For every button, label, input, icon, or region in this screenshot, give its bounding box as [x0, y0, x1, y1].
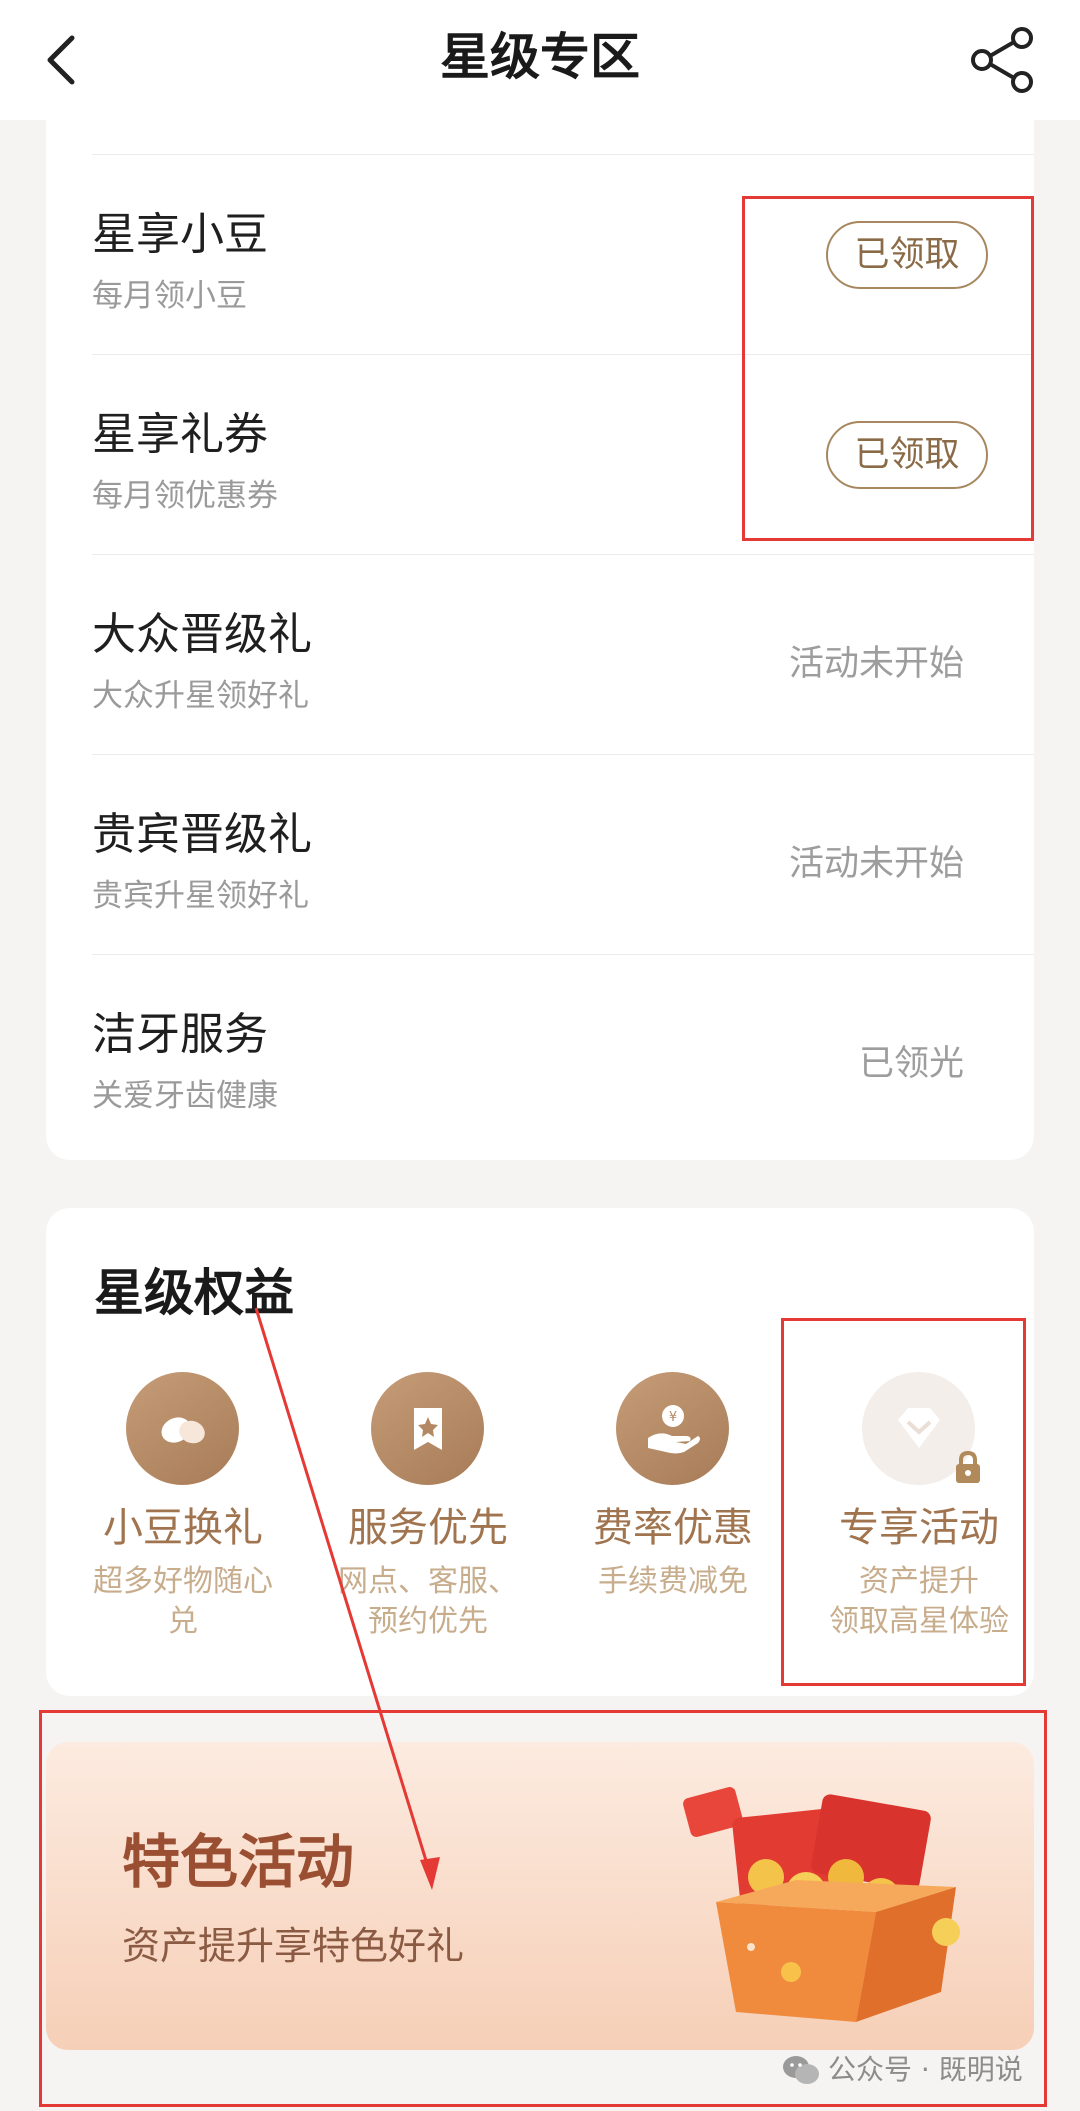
item-subtitle: 每月领小豆	[92, 278, 247, 314]
benefit-label: 专享活动	[839, 1505, 999, 1551]
item-status: 活动未开始	[788, 844, 964, 884]
benefit-label: 小豆换礼	[103, 1505, 263, 1551]
item-title: 大众晋级礼	[92, 609, 312, 660]
item-subtitle: 贵宾升星领好礼	[92, 878, 309, 914]
item-subtitle: 每月领优惠券	[92, 478, 278, 514]
list-item-teeth-cleaning[interactable]: 洁牙服务 关爱牙齿健康 已领光	[92, 954, 1034, 1155]
share-icon	[971, 27, 1033, 93]
item-status: 已领光	[858, 1044, 964, 1084]
item-subtitle: 关爱牙齿健康	[92, 1078, 278, 1114]
benefit-exclusive-activity[interactable]: 专享活动 资产提升 领取高星体验	[804, 1372, 1034, 1662]
beans-icon	[126, 1372, 239, 1485]
claimed-button[interactable]: 已领取	[826, 421, 988, 489]
item-title: 星享小豆	[92, 209, 268, 260]
share-button[interactable]	[962, 20, 1044, 102]
page-title: 星级专区	[440, 28, 640, 86]
top-navigation-bar: 星级专区	[0, 0, 1080, 120]
benefit-fee-discount[interactable]: ¥ 费率优惠 手续费减免	[558, 1372, 788, 1662]
lock-icon	[956, 1450, 980, 1483]
gift-box-illustration	[683, 1787, 960, 2022]
list-item-star-beans[interactable]: 星享小豆 每月领小豆 已领取	[92, 154, 1034, 355]
banner-subtitle: 资产提升享特色好礼	[122, 1924, 465, 1968]
benefit-desc: 手续费减免	[598, 1564, 748, 1599]
item-title: 洁牙服务	[92, 1009, 268, 1060]
benefit-desc: 资产提升 领取高星体验	[829, 1564, 1009, 1639]
list-item-vip-upgrade-gift[interactable]: 贵宾晋级礼 贵宾升星领好礼 活动未开始	[92, 754, 1034, 955]
item-title: 星享礼券	[92, 409, 268, 460]
item-status: 活动未开始	[788, 644, 964, 684]
watermark-text: 公众号 · 既明说	[828, 2053, 1023, 2086]
list-item-star-coupon[interactable]: 星享礼券 每月领优惠券 已领取	[92, 354, 1034, 555]
benefit-label: 费率优惠	[593, 1505, 753, 1551]
benefit-beans-exchange[interactable]: 小豆换礼 超多好物随心 兑	[68, 1372, 298, 1662]
priority-ticket-icon	[371, 1372, 484, 1485]
coin-hand-icon: ¥	[616, 1372, 729, 1485]
wechat-icon	[783, 2056, 819, 2084]
item-subtitle: 大众升星领好礼	[92, 678, 309, 714]
item-title: 贵宾晋级礼	[92, 809, 312, 860]
star-benefits-card: 星级权益 小豆换礼 超多好物随心 兑 服务优先 网点、客服、 预约优先 ¥ 费率…	[46, 1208, 1034, 1696]
benefit-desc: 网点、客服、 预约优先	[338, 1564, 518, 1639]
watermark: 公众号 · 既明说	[782, 2050, 1080, 2090]
claimed-button[interactable]: 已领取	[826, 221, 988, 289]
gift-list-card: 星享小豆 每月领小豆 已领取 星享礼券 每月领优惠券 已领取 大众晋级礼 大众升…	[46, 120, 1034, 1160]
svg-text:¥: ¥	[669, 1410, 677, 1425]
list-item-public-upgrade-gift[interactable]: 大众晋级礼 大众升星领好礼 活动未开始	[92, 554, 1034, 755]
benefit-desc: 超多好物随心 兑	[93, 1564, 273, 1639]
featured-activity-banner[interactable]: 特色活动 资产提升享特色好礼	[46, 1742, 1034, 2050]
banner-title: 特色活动	[122, 1828, 355, 1896]
section-title: 星级权益	[94, 1264, 294, 1322]
benefit-service-priority[interactable]: 服务优先 网点、客服、 预约优先	[313, 1372, 543, 1662]
benefit-label: 服务优先	[348, 1505, 508, 1551]
